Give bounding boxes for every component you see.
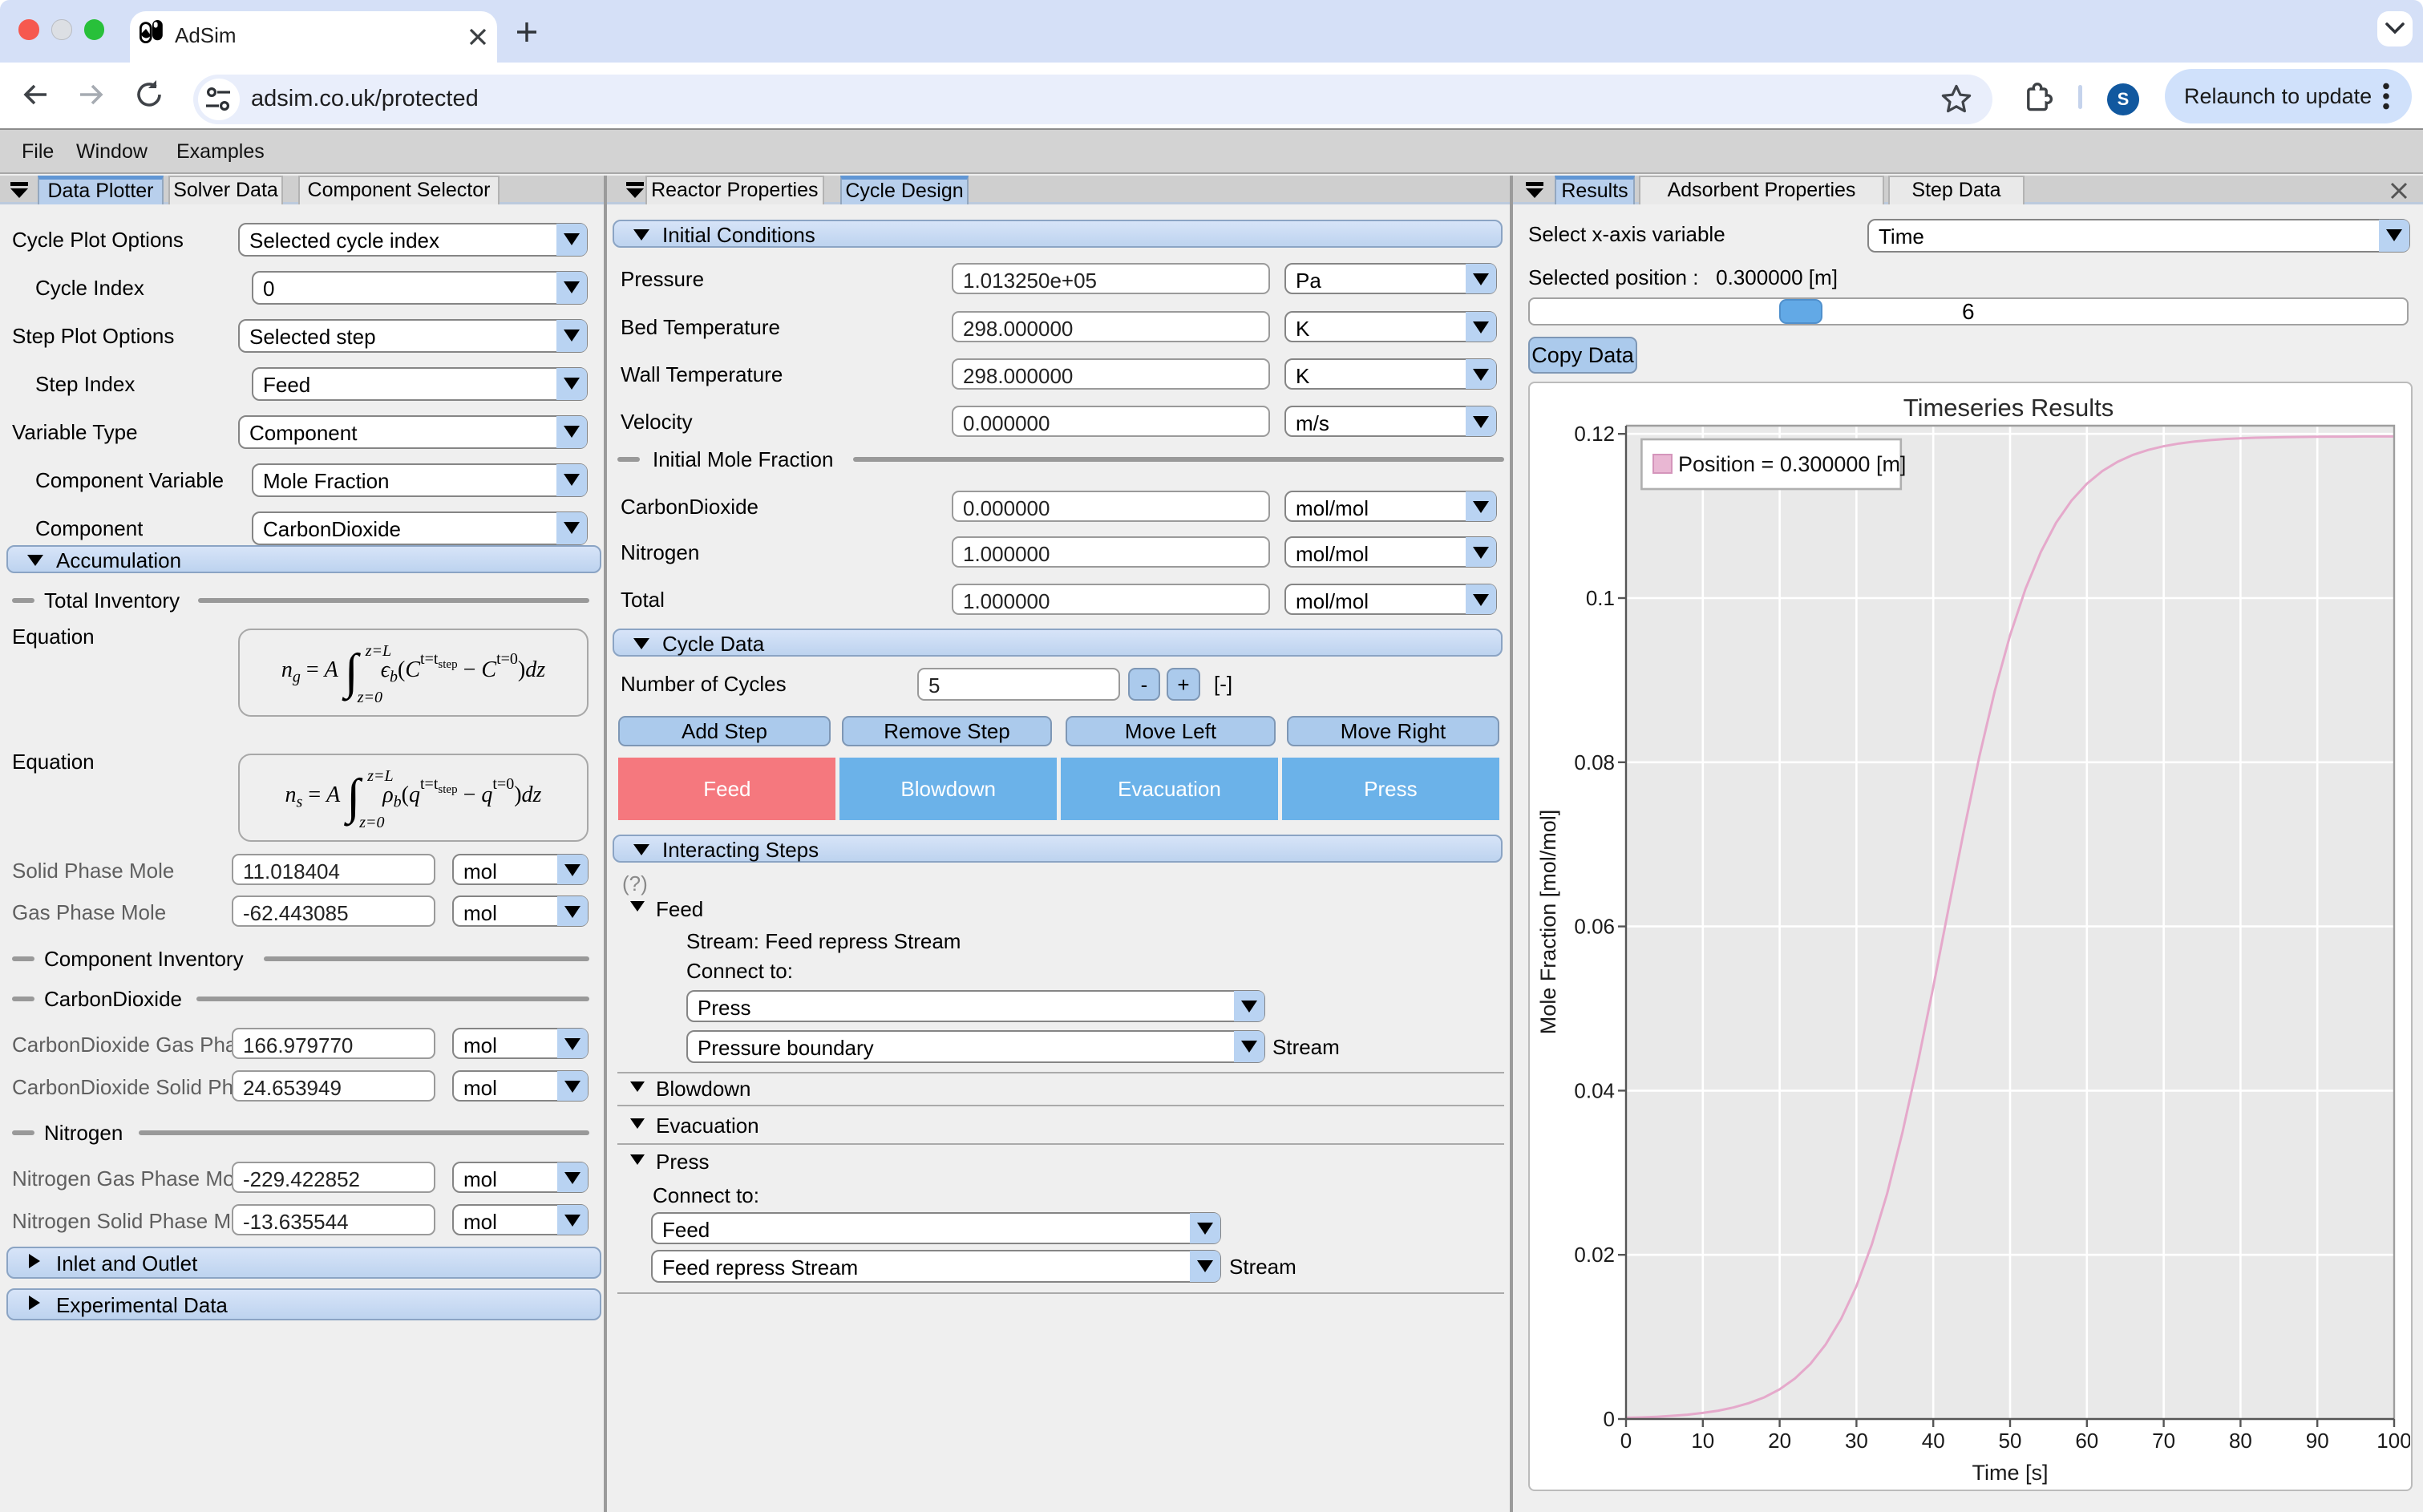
svg-text:0.02: 0.02 (1574, 1243, 1615, 1267)
svg-text:0: 0 (1604, 1407, 1615, 1431)
svg-text:10: 10 (1691, 1429, 1714, 1453)
svg-text:Time [s]: Time [s] (1972, 1461, 2048, 1485)
svg-text:60: 60 (2075, 1429, 2098, 1453)
svg-text:0: 0 (1620, 1429, 1632, 1453)
svg-text:80: 80 (2229, 1429, 2252, 1453)
svg-text:90: 90 (2306, 1429, 2329, 1453)
svg-text:100: 100 (2376, 1429, 2410, 1453)
svg-text:0.08: 0.08 (1574, 750, 1615, 774)
svg-text:0.04: 0.04 (1574, 1078, 1615, 1102)
svg-text:70: 70 (2152, 1429, 2175, 1453)
svg-text:Timeseries Results: Timeseries Results (1903, 394, 2114, 422)
svg-text:50: 50 (1999, 1429, 2022, 1453)
svg-text:20: 20 (1768, 1429, 1791, 1453)
svg-text:0.12: 0.12 (1574, 422, 1615, 446)
svg-text:30: 30 (1845, 1429, 1868, 1453)
svg-text:0.06: 0.06 (1574, 915, 1615, 939)
svg-text:0.1: 0.1 (1586, 586, 1615, 610)
svg-text:Position = 0.300000 [m]: Position = 0.300000 [m] (1678, 452, 1906, 476)
svg-text:Mole Fraction [mol/mol]: Mole Fraction [mol/mol] (1536, 810, 1560, 1035)
svg-text:40: 40 (1922, 1429, 1945, 1453)
